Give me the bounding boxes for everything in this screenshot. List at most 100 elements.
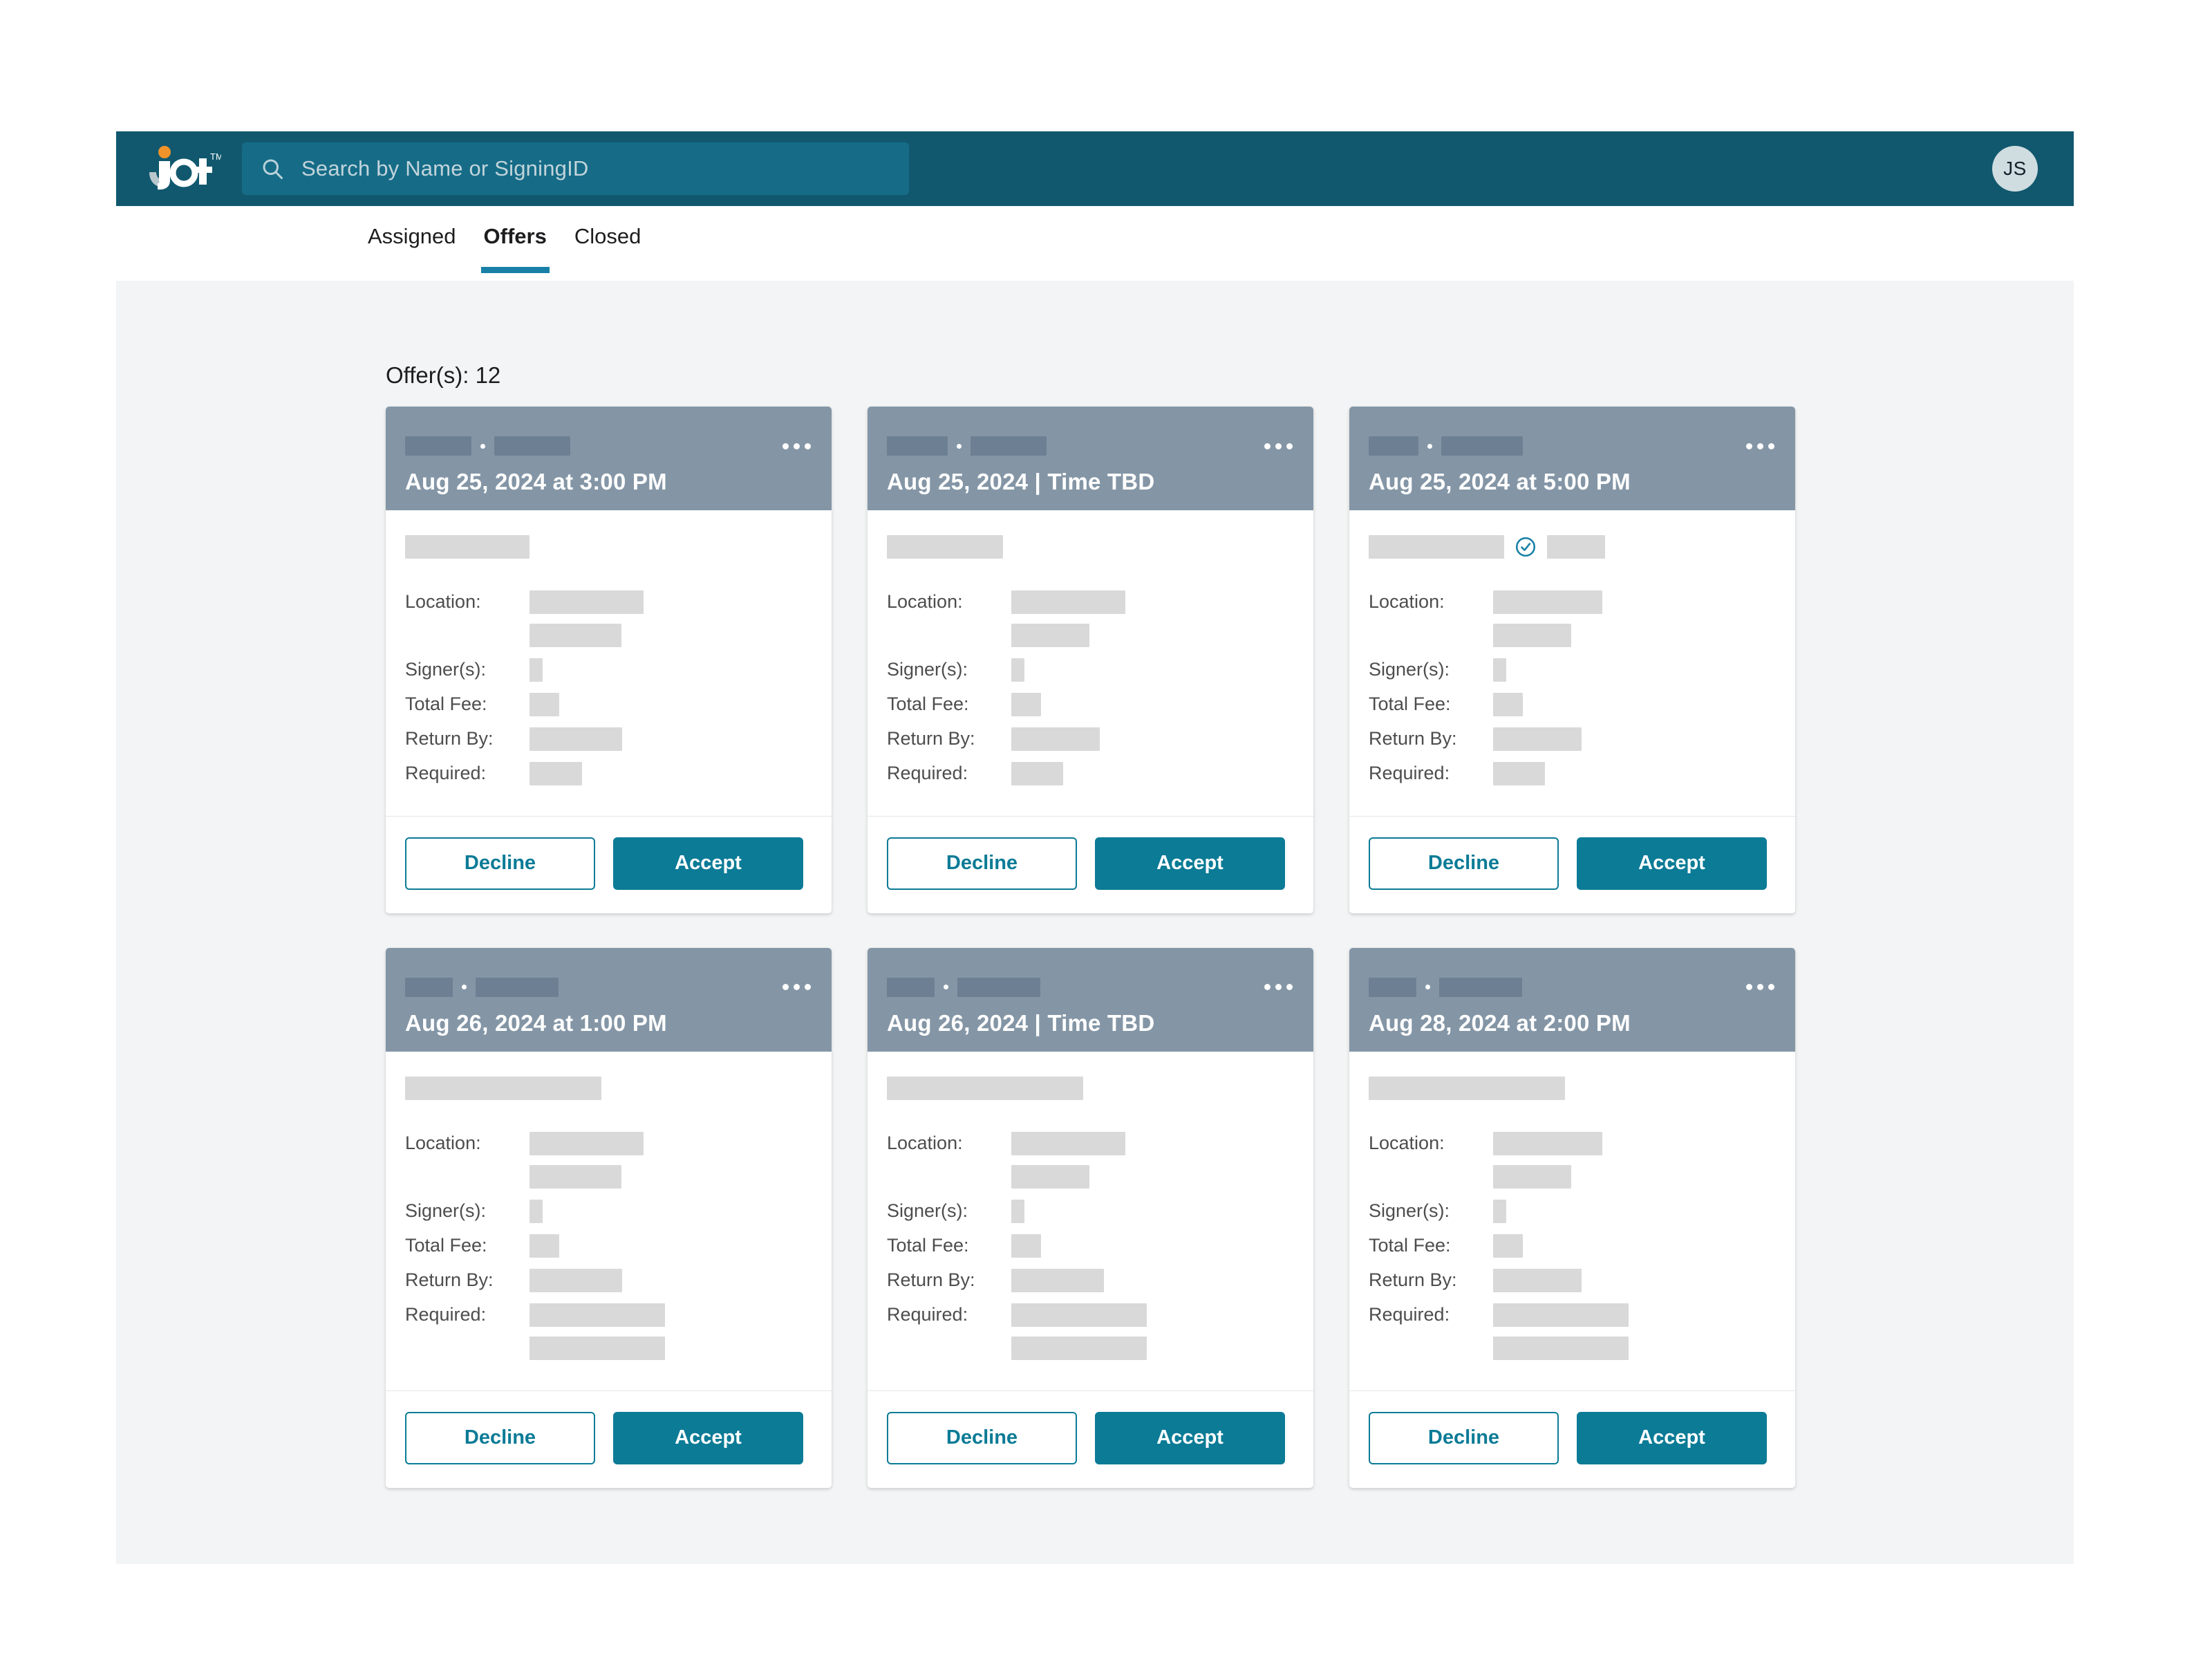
decline-button[interactable]: Decline	[1369, 837, 1559, 890]
redacted-location-line2	[1011, 623, 1089, 647]
accept-button[interactable]: Accept	[1577, 837, 1767, 890]
field-signers: Signer(s):	[405, 1198, 812, 1225]
redacted-signing-title	[887, 1076, 1083, 1100]
redacted-required-line2	[529, 1336, 665, 1360]
offer-title-row	[1369, 1076, 1776, 1100]
field-signers: Signer(s):	[1369, 657, 1776, 683]
search-icon	[260, 156, 285, 181]
offer-card-3[interactable]: Aug 25, 2024 at 5:00 PM Location: Signer…	[1349, 407, 1795, 913]
kebab-menu-icon[interactable]	[1263, 439, 1294, 454]
offer-date: Aug 25, 2024 at 5:00 PM	[1369, 469, 1631, 494]
field-value-location	[1493, 1131, 1776, 1155]
offer-card-header-top	[405, 976, 812, 999]
decline-button[interactable]: Decline	[887, 1411, 1077, 1464]
field-label-signers: Signer(s):	[1369, 659, 1450, 680]
field-total-fee: Total Fee:	[887, 691, 1294, 718]
field-label-return-by: Return By:	[887, 728, 975, 749]
jot-logo[interactable]: TM	[144, 145, 221, 193]
field-value-location	[529, 1131, 812, 1155]
field-value-return-by	[1011, 1268, 1294, 1292]
kebab-menu-icon[interactable]	[1745, 980, 1776, 994]
field-required: Required:	[1369, 761, 1776, 787]
field-value-signers	[529, 1199, 812, 1223]
redacted-location-line1	[529, 1131, 644, 1155]
redacted-signing-title	[887, 534, 1003, 559]
search-input[interactable]	[300, 156, 891, 182]
accept-button[interactable]: Accept	[613, 1411, 803, 1464]
field-value-return-by	[1493, 727, 1776, 751]
kebab-menu-icon[interactable]	[1745, 439, 1776, 454]
redacted-location-line2	[1493, 623, 1571, 647]
kebab-menu-icon[interactable]	[1263, 980, 1294, 994]
field-value-signers	[1011, 1199, 1294, 1223]
field-value-return-by	[529, 1268, 812, 1292]
offer-date: Aug 25, 2024 | Time TBD	[887, 469, 1155, 494]
tab-assigned[interactable]: Assigned	[354, 206, 470, 247]
decline-button[interactable]: Decline	[1369, 1411, 1559, 1464]
field-required-line2	[405, 1335, 812, 1361]
offer-card-actions: Decline Accept	[1349, 817, 1795, 913]
field-return-by: Return By:	[1369, 1267, 1776, 1294]
offer-card-5[interactable]: Aug 26, 2024 | Time TBD Location: Signer…	[868, 947, 1313, 1488]
field-required-line2	[887, 1335, 1294, 1361]
redacted-signers	[1493, 1199, 1506, 1223]
field-location-line2	[405, 622, 812, 649]
offer-card-actions: Decline Accept	[1349, 1391, 1795, 1488]
offer-card-actions: Decline Accept	[868, 1391, 1313, 1488]
field-label-total-fee: Total Fee:	[887, 1235, 969, 1256]
avatar[interactable]: JS	[1992, 146, 2038, 192]
field-value-required2	[529, 1336, 812, 1360]
offer-card-actions: Decline Accept	[386, 1391, 832, 1488]
tab-closed[interactable]: Closed	[561, 206, 655, 247]
offer-card-4[interactable]: Aug 26, 2024 at 1:00 PM Location: Signer…	[386, 947, 832, 1488]
field-value-location2	[1011, 623, 1294, 647]
redacted-signing-title	[1369, 1076, 1565, 1100]
field-label-location: Location:	[405, 591, 481, 613]
field-return-by: Return By:	[405, 1267, 812, 1294]
accept-button[interactable]: Accept	[1577, 1411, 1767, 1464]
accept-button[interactable]: Accept	[613, 837, 803, 890]
offers-count-label: Offer(s): 12	[386, 362, 501, 388]
field-label-total-fee: Total Fee:	[887, 693, 969, 715]
offer-card-header: Aug 25, 2024 at 5:00 PM	[1349, 407, 1795, 510]
field-required: Required:	[1369, 1302, 1776, 1328]
offer-card-body: Location: Signer(s): Total Fee: Return B…	[868, 1052, 1313, 1391]
kebab-menu-icon[interactable]	[781, 980, 812, 994]
redacted-location-line2	[1011, 1164, 1089, 1189]
offer-title-row	[887, 534, 1294, 559]
offer-card-2[interactable]: Aug 25, 2024 | Time TBD Location: Signer…	[868, 407, 1313, 913]
decline-button[interactable]: Decline	[887, 837, 1077, 890]
redacted-required-line2	[1493, 1336, 1629, 1360]
decline-button[interactable]: Decline	[405, 837, 595, 890]
redacted-total-fee	[529, 692, 559, 716]
offer-card-1[interactable]: Aug 25, 2024 at 3:00 PM Location: Signer…	[386, 407, 832, 913]
top-navigation-bar: TM JS	[116, 131, 2074, 206]
offer-card-body: Location: Signer(s): Total Fee: Return B…	[868, 510, 1313, 817]
offer-card-6[interactable]: Aug 28, 2024 at 2:00 PM Location: Signer…	[1349, 947, 1795, 1488]
field-location: Location:	[1369, 1130, 1776, 1157]
decline-button[interactable]: Decline	[405, 1411, 595, 1464]
field-value-total-fee	[1011, 1233, 1294, 1258]
field-value-location	[1011, 590, 1294, 614]
field-value-required	[1493, 761, 1776, 785]
redacted-product-type	[957, 977, 1040, 997]
tab-offers[interactable]: Offers	[470, 206, 561, 273]
accept-button[interactable]: Accept	[1095, 1411, 1285, 1464]
field-label-signers: Signer(s):	[887, 1200, 968, 1222]
field-value-signers	[1493, 658, 1776, 682]
field-label-total-fee: Total Fee:	[405, 693, 487, 715]
redacted-location-line2	[529, 1164, 621, 1189]
field-location-line2	[405, 1164, 812, 1190]
field-label-signers: Signer(s):	[887, 659, 968, 680]
field-total-fee: Total Fee:	[405, 1233, 812, 1259]
field-label-location: Location:	[1369, 1133, 1445, 1154]
search-bar[interactable]	[242, 142, 909, 195]
accept-button[interactable]: Accept	[1095, 837, 1285, 890]
separator-dot-icon	[944, 985, 948, 990]
field-value-required	[1493, 1303, 1776, 1327]
offer-date: Aug 26, 2024 at 1:00 PM	[405, 1009, 667, 1036]
redacted-product-type	[476, 977, 559, 997]
kebab-menu-icon[interactable]	[781, 439, 812, 454]
redacted-total-fee	[1493, 1233, 1523, 1258]
redacted-location-line1	[1011, 590, 1125, 614]
